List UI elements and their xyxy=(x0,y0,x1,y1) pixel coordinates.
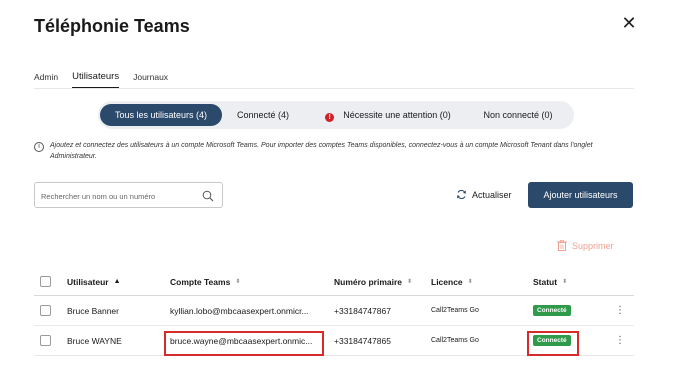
header-checkbox-cell xyxy=(40,268,52,295)
filter-bar: Tous les utilisateurs (4) Connecté (4) !… xyxy=(98,101,574,129)
column-header-user[interactable]: Utilisateur ▲ xyxy=(67,268,167,295)
row-checkbox-cell xyxy=(40,296,52,325)
column-header-label: Licence xyxy=(431,276,463,287)
filter-connected[interactable]: Connecté (4) xyxy=(228,104,298,126)
primary-number: +33184747865 xyxy=(334,335,391,346)
dialog-title: Téléphonie Teams xyxy=(34,16,190,36)
filter-not-connected[interactable]: Non connecté (0) xyxy=(470,104,566,126)
search-box xyxy=(34,182,223,208)
row-menu-cell: ⋮ xyxy=(614,326,626,355)
row-menu-cell: ⋮ xyxy=(614,296,626,325)
tabs-divider xyxy=(34,88,634,89)
column-header-number[interactable]: Numéro primaire ⬍ xyxy=(334,268,426,295)
column-header-label: Compte Teams xyxy=(170,276,231,287)
sort-icon: ⬍ xyxy=(562,278,568,285)
filter-needs-attention-label: Nécessite une attention (0) xyxy=(343,110,451,120)
info-icon: i xyxy=(34,142,44,152)
close-icon[interactable]: ✕ xyxy=(620,14,638,32)
table-row[interactable]: Bruce WAYNE bruce.wayne@mbcaasexpert.onm… xyxy=(34,326,634,356)
team-account: kyllian.lobo@mbcaasexpert.onmicr... xyxy=(170,305,309,316)
search-input[interactable] xyxy=(41,189,191,203)
more-options-icon[interactable]: ⋮ xyxy=(615,305,625,316)
row-checkbox[interactable] xyxy=(40,335,51,346)
refresh-label: Actualiser xyxy=(472,189,512,200)
filter-all-users[interactable]: Tous les utilisateurs (4) xyxy=(100,104,222,126)
status-cell: Connecté xyxy=(533,296,593,325)
users-table: Utilisateur ▲ Compte Teams ⬍ Numéro primai… xyxy=(34,268,634,356)
table-row[interactable]: Bruce Banner kyllian.lobo@mbcaasexpert.o… xyxy=(34,296,634,326)
sort-icon: ⬍ xyxy=(407,278,413,285)
column-header-label: Statut xyxy=(533,276,558,287)
column-header-label: Utilisateur xyxy=(67,276,109,287)
tab-journaux[interactable]: Journaux xyxy=(133,72,168,88)
tab-bar: Admin Utilisateurs Journaux xyxy=(34,66,182,88)
info-message: i Ajoutez et connectez des utilisateurs … xyxy=(34,141,634,162)
refresh-button[interactable]: Actualiser xyxy=(456,189,512,200)
column-header-team-account[interactable]: Compte Teams ⬍ xyxy=(170,268,330,295)
team-account: bruce.wayne@mbcaasexpert.onmic... xyxy=(170,335,313,346)
sort-icon: ⬍ xyxy=(467,278,473,285)
sort-asc-icon: ▲ xyxy=(113,277,121,285)
info-text: Ajoutez et connectez des utilisateurs à … xyxy=(50,142,593,160)
delete-label: Supprimer xyxy=(572,240,614,251)
more-options-icon[interactable]: ⋮ xyxy=(615,335,625,346)
tab-admin[interactable]: Admin xyxy=(34,72,58,88)
column-header-label: Numéro primaire xyxy=(334,276,403,287)
license: Call2Teams Go xyxy=(431,337,479,344)
column-header-status[interactable]: Statut ⬍ xyxy=(533,268,593,295)
status-cell: Connecté xyxy=(533,326,593,355)
license: Call2Teams Go xyxy=(431,307,479,314)
table-header: Utilisateur ▲ Compte Teams ⬍ Numéro primai… xyxy=(34,268,634,296)
status-badge: Connecté xyxy=(533,305,571,316)
user-name: Bruce WAYNE xyxy=(67,335,122,346)
status-badge: Connecté xyxy=(533,335,571,346)
refresh-icon xyxy=(457,189,466,200)
search-icon[interactable] xyxy=(202,190,214,202)
filter-needs-attention[interactable]: ! Nécessite une attention (0) xyxy=(320,104,456,126)
row-checkbox-cell xyxy=(40,326,52,355)
primary-number: +33184747867 xyxy=(334,305,391,316)
tab-utilisateurs[interactable]: Utilisateurs xyxy=(72,71,120,88)
column-header-license[interactable]: Licence ⬍ xyxy=(431,268,529,295)
trash-icon xyxy=(557,240,567,251)
warning-icon: ! xyxy=(325,113,335,122)
user-name: Bruce Banner xyxy=(67,305,119,316)
sort-icon: ⬍ xyxy=(235,278,241,285)
delete-button[interactable]: Supprimer xyxy=(557,240,614,251)
add-users-button[interactable]: Ajouter utilisateurs xyxy=(528,182,633,208)
select-all-checkbox[interactable] xyxy=(40,276,51,287)
row-checkbox[interactable] xyxy=(40,305,51,316)
